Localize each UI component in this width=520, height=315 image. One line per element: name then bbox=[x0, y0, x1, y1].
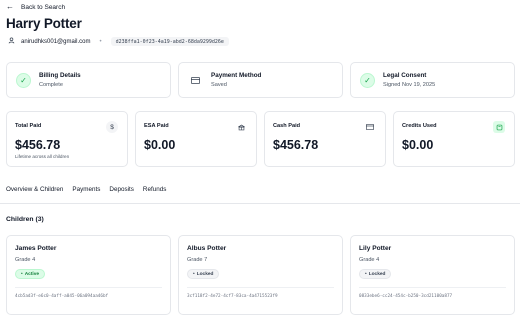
stat-credits-used: Credits Used $0.00 bbox=[393, 111, 515, 167]
children-heading: Children (3) bbox=[6, 216, 44, 223]
child-name: Albus Potter bbox=[187, 245, 227, 252]
stat-subtext: Lifetime across all children bbox=[15, 154, 70, 159]
dollar-icon: $ bbox=[106, 121, 118, 133]
lock-dot-icon: • bbox=[193, 271, 195, 277]
credit-icon bbox=[493, 121, 505, 133]
status-subtitle: Complete bbox=[39, 82, 63, 88]
bank-icon bbox=[235, 121, 247, 133]
user-id-badge[interactable]: d238ffa1-0f23-4a19-abd2-68da9299d26e bbox=[110, 37, 229, 46]
status-subtitle: Signed Nov 19, 2025 bbox=[383, 82, 436, 88]
tab-payments[interactable]: Payments bbox=[72, 186, 100, 193]
child-name: Lily Potter bbox=[359, 245, 392, 252]
stat-label: Cash Paid bbox=[273, 123, 301, 129]
user-meta: anirudhks001@gmail.com • d238ffa1-0f23-4… bbox=[8, 37, 229, 46]
stat-value: $456.78 bbox=[15, 138, 61, 152]
credit-card-icon bbox=[188, 73, 203, 88]
stat-value: $0.00 bbox=[144, 138, 176, 152]
page-title: Harry Potter bbox=[6, 16, 82, 31]
stat-label: ESA Paid bbox=[144, 123, 169, 129]
user-email: anirudhks001@gmail.com bbox=[21, 38, 91, 45]
tab-deposits[interactable]: Deposits bbox=[109, 186, 134, 193]
status-badge-label: Locked bbox=[368, 271, 386, 277]
child-card-lily[interactable]: Lily Potter Grade 4 • Locked 0833ebe6-cc… bbox=[350, 235, 515, 315]
stat-label: Credits Used bbox=[402, 123, 437, 129]
status-badge: • Locked bbox=[359, 269, 392, 279]
stat-esa-paid: ESA Paid $0.00 bbox=[135, 111, 257, 167]
status-badge-label: Active bbox=[24, 271, 40, 277]
status-subtitle: Saved bbox=[211, 82, 227, 88]
status-badge: • Locked bbox=[187, 269, 220, 279]
stat-cash-paid: Cash Paid $456.78 bbox=[264, 111, 386, 167]
tab-overview-children[interactable]: Overview & Children bbox=[6, 186, 63, 193]
card-divider bbox=[359, 287, 506, 288]
meta-separator: • bbox=[99, 38, 102, 45]
status-title: Payment Method bbox=[211, 72, 262, 79]
lock-dot-icon: • bbox=[365, 271, 367, 277]
tab-refunds[interactable]: Refunds bbox=[143, 186, 166, 193]
stat-value: $456.78 bbox=[273, 138, 319, 152]
user-icon bbox=[8, 37, 15, 46]
stat-total-paid: Total Paid $ $456.78 Lifetime across all… bbox=[6, 111, 128, 167]
child-card-james[interactable]: James Potter Grade 4 • Active 4cb5ad3f-e… bbox=[6, 235, 171, 315]
stat-label: Total Paid bbox=[15, 123, 42, 129]
child-grade: Grade 4 bbox=[15, 257, 36, 263]
legal-consent-card[interactable]: ✓ Legal Consent Signed Nov 19, 2025 bbox=[350, 62, 515, 98]
check-circle-icon: ✓ bbox=[360, 72, 375, 88]
child-id: 0833ebe6-cc24-454c-b250-3cd21100a877 bbox=[359, 294, 453, 299]
child-name: James Potter bbox=[15, 245, 57, 252]
status-title: Billing Details bbox=[39, 72, 81, 79]
tab-bar: Overview & Children Payments Deposits Re… bbox=[6, 186, 166, 193]
arrow-left-icon: ← bbox=[6, 2, 14, 11]
status-badge: • Active bbox=[15, 269, 46, 279]
back-to-search-link[interactable]: ← Back to Search bbox=[6, 3, 65, 11]
status-title: Legal Consent bbox=[383, 72, 427, 79]
card-divider bbox=[15, 287, 162, 288]
payment-method-card[interactable]: Payment Method Saved bbox=[178, 62, 343, 98]
child-grade: Grade 7 bbox=[187, 257, 208, 263]
back-label: Back to Search bbox=[21, 3, 66, 11]
child-card-albus[interactable]: Albus Potter Grade 7 • Locked 3cf118f2-4… bbox=[178, 235, 343, 315]
child-id: 4cb5ad3f-e6c0-4aff-a045-06a094aa46bf bbox=[15, 294, 109, 299]
tabs-divider bbox=[0, 203, 520, 204]
active-dot-icon: • bbox=[21, 271, 23, 277]
status-badge-label: Locked bbox=[196, 271, 214, 277]
stat-value: $0.00 bbox=[402, 138, 434, 152]
check-circle-icon: ✓ bbox=[16, 72, 31, 88]
billing-details-card[interactable]: ✓ Billing Details Complete bbox=[6, 62, 171, 98]
card-divider bbox=[187, 287, 334, 288]
credit-card-icon bbox=[364, 121, 376, 133]
child-grade: Grade 4 bbox=[359, 257, 380, 263]
child-id: 3cf118f2-4e72-4cf7-83ca-4a4715523f9 bbox=[187, 294, 278, 299]
